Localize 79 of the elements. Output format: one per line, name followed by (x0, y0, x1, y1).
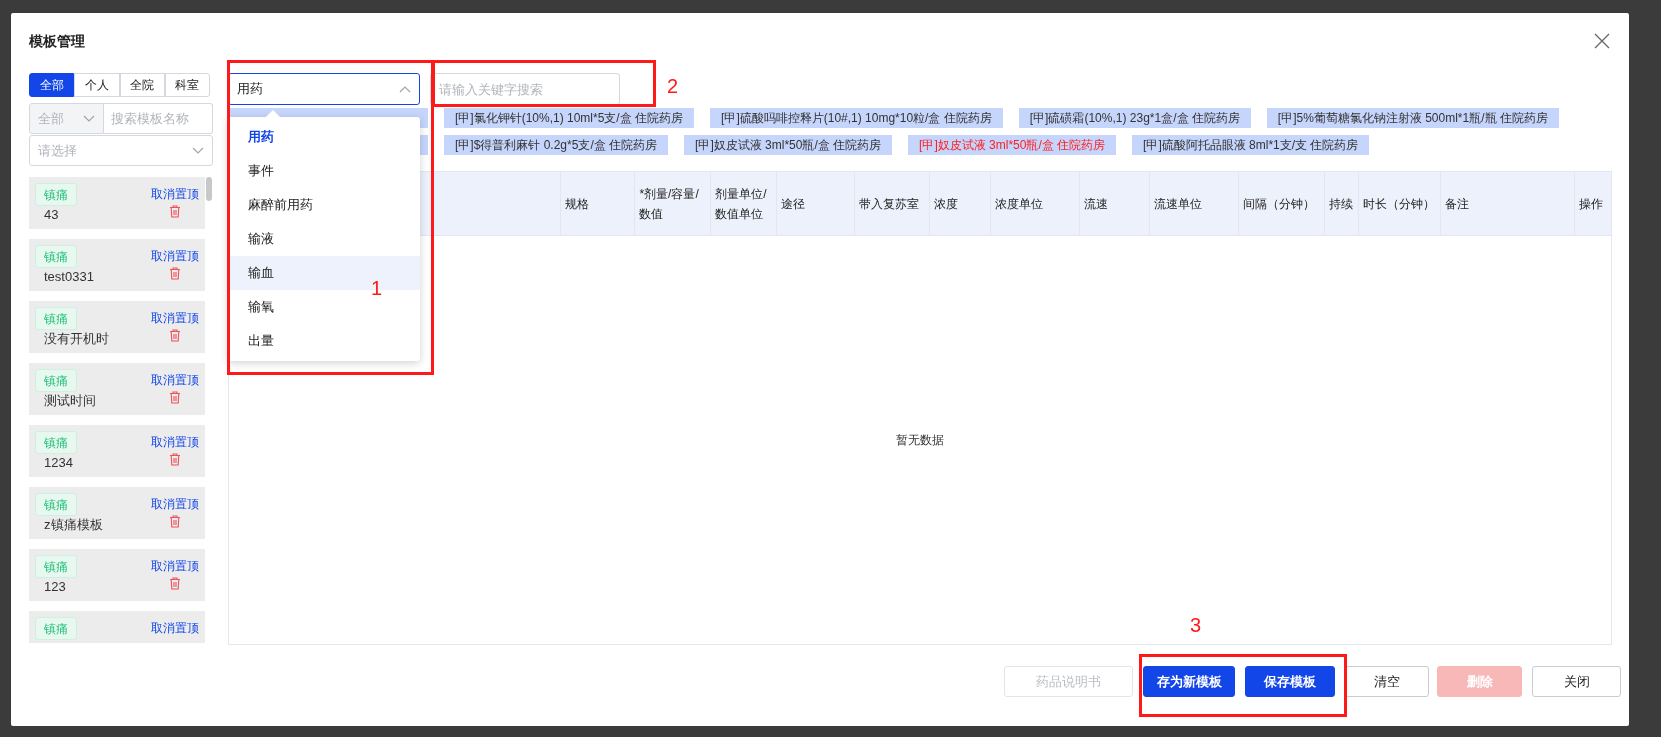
unpin-link[interactable]: 取消置顶 (151, 435, 199, 449)
trash-icon[interactable] (169, 391, 181, 404)
column-header: 流速 (1083, 195, 1108, 213)
category-tag: 镇痛 (35, 431, 77, 454)
category-tag: 镇痛 (35, 493, 77, 516)
close-icon[interactable] (1594, 33, 1610, 49)
unpin-link[interactable]: 取消置顶 (151, 559, 199, 573)
drug-tag[interactable]: [甲]硫磺霜(10%,1) 23g*1盒/盒 住院药房 (1018, 108, 1251, 128)
template-name: z镇痛模板 (44, 516, 103, 533)
drug-tag[interactable]: [甲]硫酸阿托品眼液 8ml*1支/支 住院药房 (1132, 135, 1370, 155)
scope-tab[interactable]: 科室 (164, 73, 210, 97)
column-header: 操作 (1579, 195, 1604, 213)
chevron-down-icon (83, 114, 95, 123)
column-header: 持续 (1329, 195, 1354, 213)
unpin-link[interactable]: 取消置顶 (151, 497, 199, 511)
annotation-number: 3 (1190, 613, 1202, 638)
drug-tag[interactable]: [甲]硫酸吗啡控释片(10#,1) 10mg*10粒/盒 住院药房 (710, 108, 1003, 128)
category-tag: 镇痛 (35, 245, 77, 268)
drug-tag[interactable]: [甲]5%葡萄糖氯化钠注射液 500ml*1瓶/瓶 住院药房 (1266, 108, 1559, 128)
annotation-number: 2 (667, 74, 679, 99)
template-card[interactable]: 镇痛 123 取消置顶 (29, 549, 205, 601)
type-select[interactable]: 用药 (228, 73, 420, 105)
category-tag: 镇痛 (35, 183, 77, 206)
drug-tag[interactable]: [甲]氯化钾针(10%,1) 10ml*5支/盒 住院药房 (444, 108, 695, 128)
template-search-field[interactable]: 搜索模板名称 (104, 103, 213, 134)
chevron-down-icon (192, 146, 204, 155)
trash-icon[interactable] (169, 205, 181, 218)
dialog-title: 模板管理 (29, 31, 85, 51)
template-name: 123 (44, 578, 67, 595)
drug-tag[interactable]: [甲]$得普利麻针 0.2g*5支/盒 住院药房 (444, 135, 669, 155)
column-header: 间隔（分钟） (1242, 195, 1315, 213)
template-name: 测试时间 (44, 392, 96, 409)
unpin-link[interactable]: 取消置顶 (151, 373, 199, 387)
empty-state-text: 暂无数据 (896, 432, 944, 449)
template-name: 1234 (44, 454, 74, 471)
column-header: 流速单位 (1153, 195, 1202, 213)
category-tag: 镇痛 (35, 617, 77, 640)
trash-icon[interactable] (169, 577, 181, 590)
category-tag: 镇痛 (35, 307, 77, 330)
column-header: 带入复苏室 (859, 195, 920, 213)
column-header: 时长（分钟） (1363, 195, 1436, 213)
template-card[interactable]: 镇痛 测试时间 取消置顶 (29, 363, 205, 415)
unpin-link[interactable]: 取消置顶 (151, 187, 199, 201)
trash-icon[interactable] (169, 515, 181, 528)
template-card[interactable]: 镇痛 1234 取消置顶 (29, 425, 205, 477)
template-card[interactable]: 镇痛 43 取消置顶 (29, 177, 205, 229)
keyword-search-field[interactable]: 请输入关键字搜索 (430, 73, 620, 105)
category-tag: 镇痛 (35, 369, 77, 392)
dialog-button[interactable]: 存为新模板 (1143, 666, 1235, 697)
template-card[interactable]: 镇痛 没有开机时 取消置顶 (29, 301, 205, 353)
scope-tab[interactable]: 全部 (29, 73, 75, 97)
column-header: 浓度 (933, 195, 958, 213)
unpin-link[interactable]: 取消置顶 (151, 621, 199, 635)
column-header: 浓度单位 (994, 195, 1043, 213)
template-card[interactable]: 镇痛 test0331 取消置顶 (29, 239, 205, 291)
template-name: 没有开机时 (44, 330, 109, 347)
unpin-link[interactable]: 取消置顶 (151, 249, 199, 263)
unpin-link[interactable]: 取消置顶 (151, 311, 199, 325)
column-header: 途径 (781, 195, 806, 213)
template-card[interactable]: 镇痛 取消置顶 (29, 611, 205, 643)
chevron-up-icon (399, 85, 411, 93)
dialog-button[interactable]: 清空 (1345, 666, 1429, 697)
trash-icon[interactable] (169, 329, 181, 342)
dialog-button[interactable]: 保存模板 (1245, 666, 1335, 697)
template-name: test0331 (44, 268, 94, 285)
dialog-button[interactable]: 关闭 (1532, 666, 1621, 697)
trash-icon[interactable] (169, 453, 181, 466)
scope-tab[interactable]: 全院 (119, 73, 165, 97)
column-header: 备注 (1445, 195, 1470, 213)
column-header: *剂量/容量/数值 (639, 185, 700, 223)
template-name: 43 (44, 206, 60, 223)
scrollbar-thumb[interactable] (206, 177, 212, 201)
drug-tag[interactable]: [甲]奴皮试液 3ml*50瓶/盒 住院药房 (684, 135, 893, 155)
column-header: 规格 (565, 195, 590, 213)
trash-icon[interactable] (169, 267, 181, 280)
column-header: 剂量单位/数值单位 (715, 185, 768, 223)
category-tag: 镇痛 (35, 555, 77, 578)
template-card[interactable]: 镇痛 z镇痛模板 取消置顶 (29, 487, 205, 539)
scope-tab[interactable]: 个人 (74, 73, 120, 97)
